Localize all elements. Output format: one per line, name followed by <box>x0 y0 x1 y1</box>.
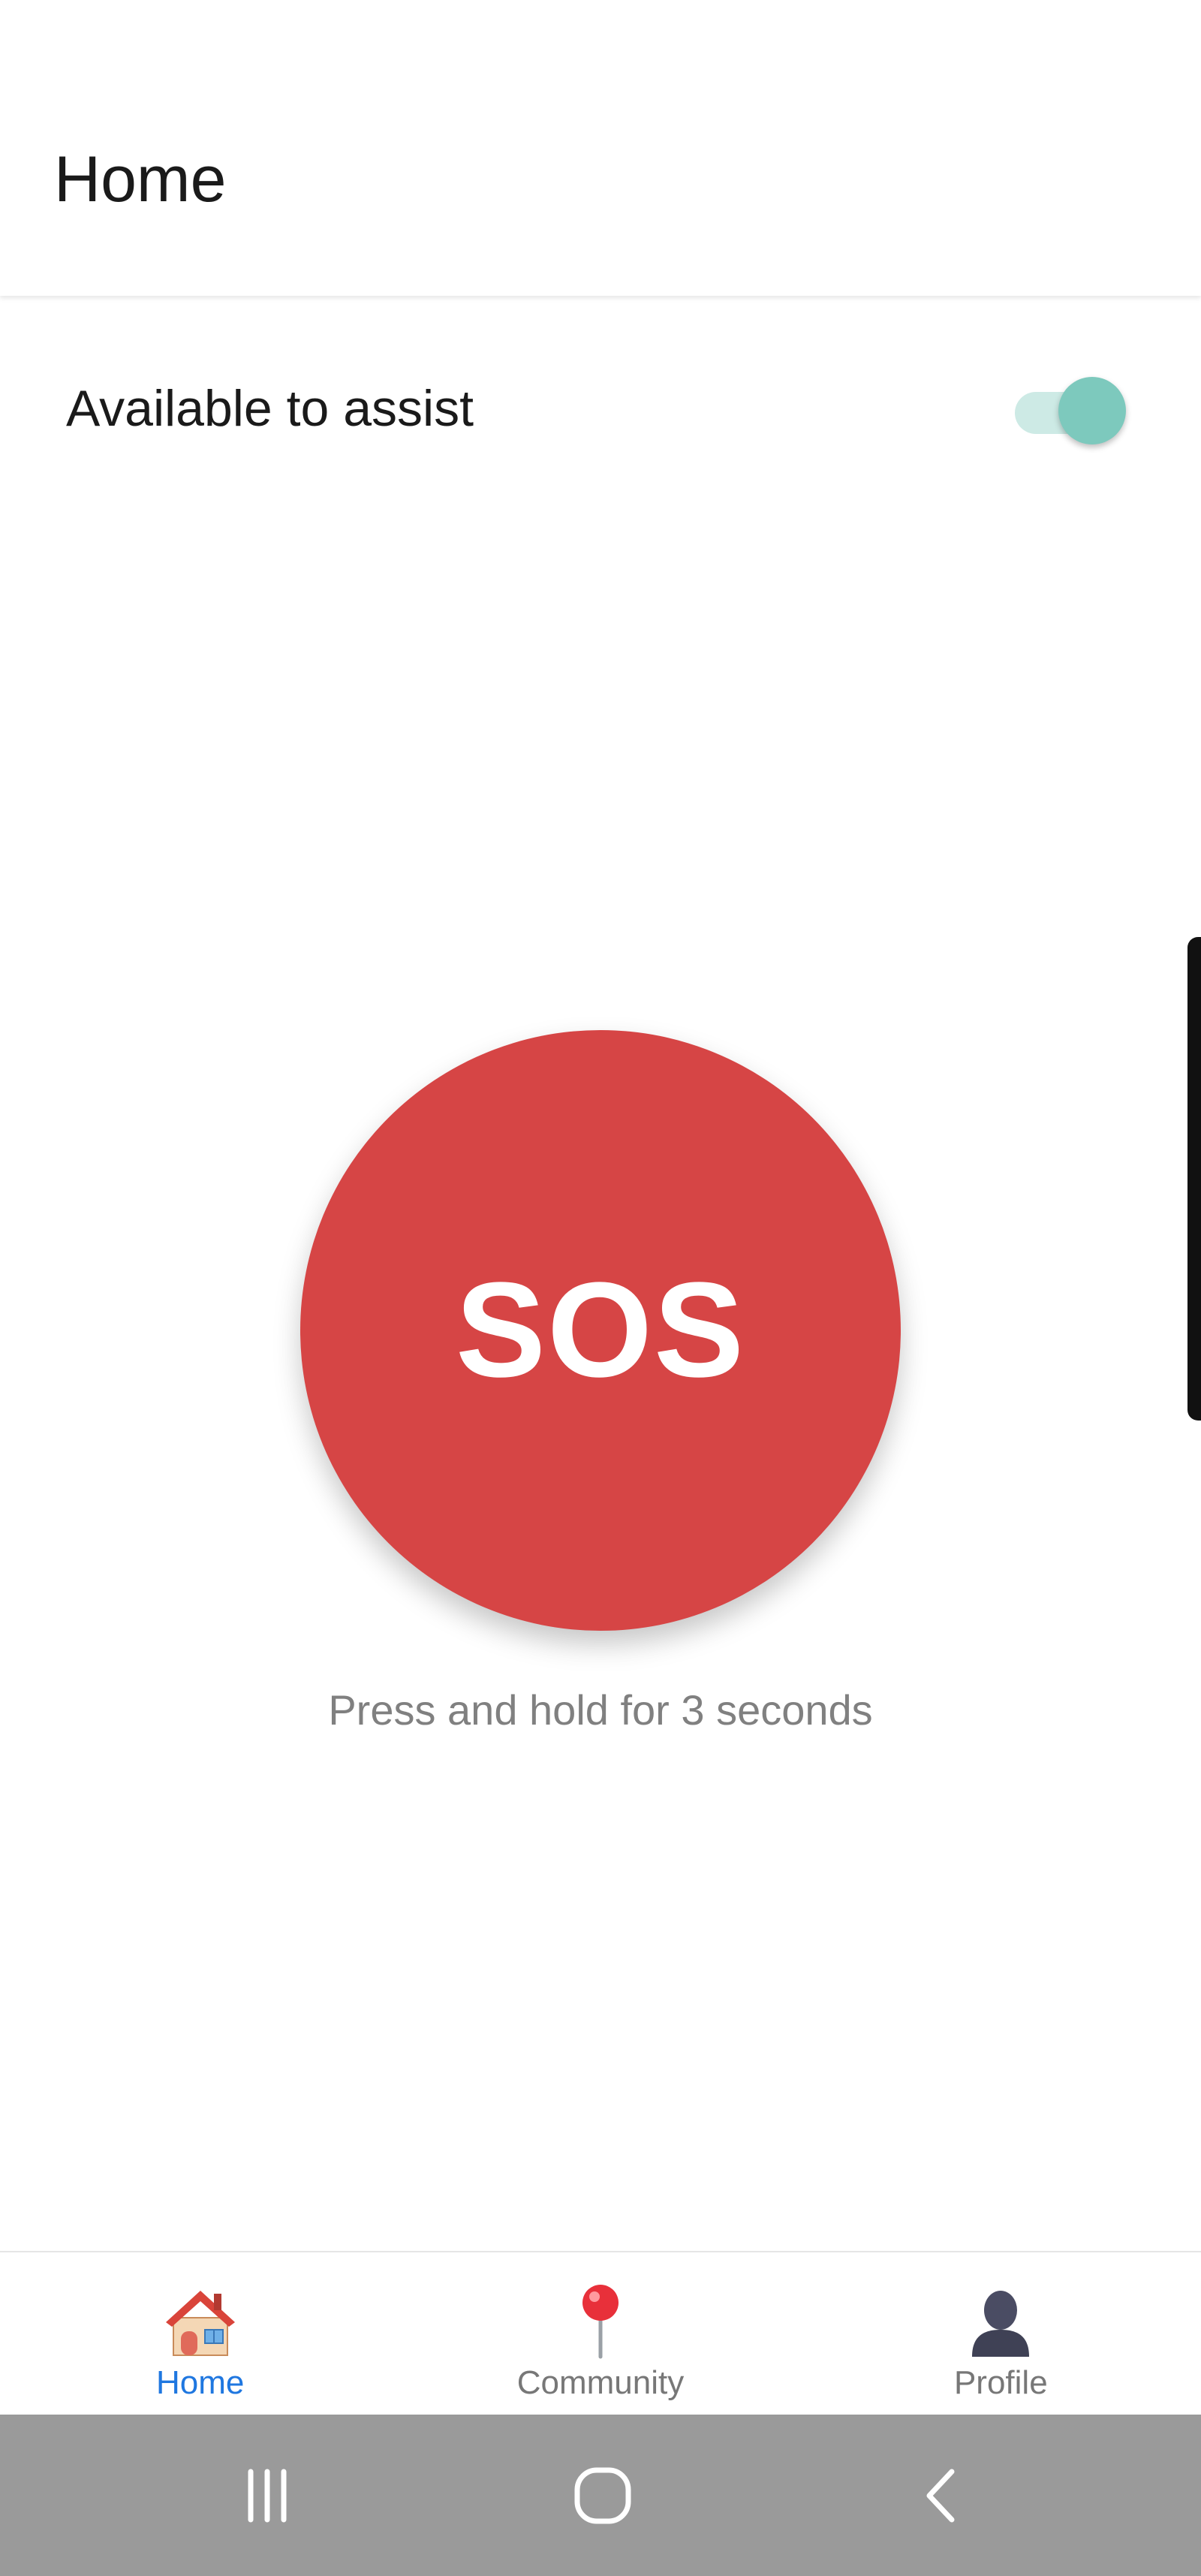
nav-item-home[interactable]: Home <box>0 2252 400 2416</box>
system-back-button[interactable] <box>829 2415 1054 2576</box>
availability-toggle[interactable] <box>1015 375 1127 444</box>
sos-hint: Press and hold for 3 seconds <box>328 1686 873 1734</box>
system-home-button[interactable] <box>490 2415 715 2576</box>
person-silhouette-icon <box>959 2279 1042 2362</box>
edge-panel-handle[interactable] <box>1187 937 1201 1421</box>
sos-button[interactable]: SOS <box>300 1030 901 1631</box>
app-screen: Home Available to assist SOS Press and h… <box>0 0 1201 2576</box>
app-header: Home <box>0 0 1201 296</box>
map-pin-icon <box>559 2279 642 2362</box>
page-title: Home <box>54 143 227 215</box>
home-circle-icon <box>574 2467 631 2523</box>
availability-label: Available to assist <box>66 380 474 437</box>
recent-apps-icon <box>248 2469 287 2522</box>
recent-apps-button[interactable] <box>155 2415 380 2576</box>
nav-label-profile: Profile <box>953 2364 1048 2401</box>
availability-row: Available to assist <box>0 353 1201 465</box>
house-icon <box>159 2279 242 2362</box>
toggle-thumb[interactable] <box>1058 377 1126 444</box>
sos-label: SOS <box>455 1255 746 1406</box>
system-navigation-bar <box>0 2415 1201 2576</box>
nav-label-community: Community <box>516 2364 685 2401</box>
bottom-navigation: Home Community Profile <box>0 2251 1201 2416</box>
back-chevron-icon <box>926 2469 955 2522</box>
nav-item-profile[interactable]: Profile <box>801 2252 1201 2416</box>
nav-item-community[interactable]: Community <box>400 2252 800 2416</box>
nav-label-home: Home <box>155 2364 245 2401</box>
